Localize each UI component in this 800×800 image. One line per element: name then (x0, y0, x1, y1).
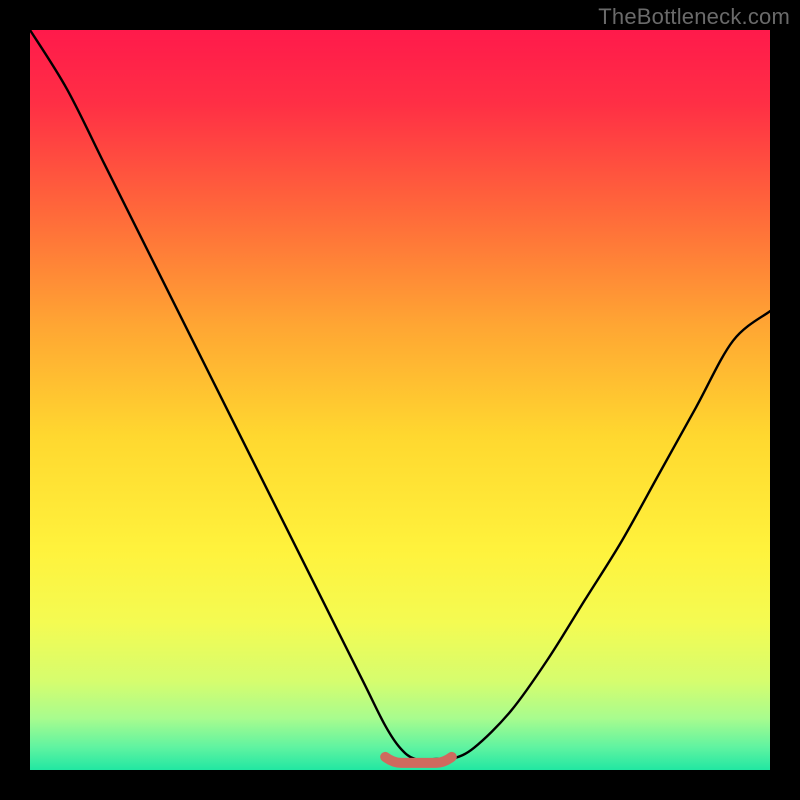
plot-svg (30, 30, 770, 770)
plot-area (30, 30, 770, 770)
watermark-text: TheBottleneck.com (598, 4, 790, 30)
gradient-background (30, 30, 770, 770)
chart-frame: TheBottleneck.com (0, 0, 800, 800)
